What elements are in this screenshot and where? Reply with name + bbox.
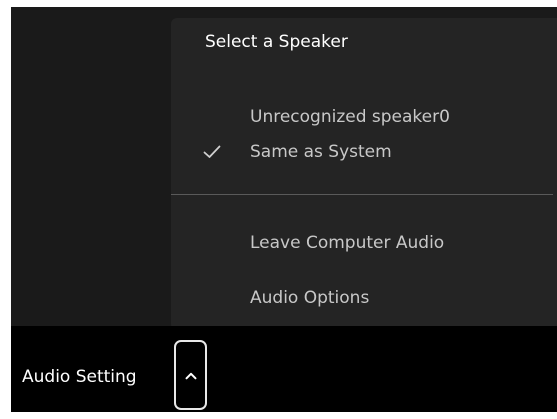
leave-computer-audio-item[interactable]: Leave Computer Audio: [171, 223, 557, 263]
speaker-menu-heading: Select a Speaker: [205, 32, 348, 52]
screen: Select a Speaker Unrecognized speaker0 S…: [0, 0, 557, 419]
audio-setting-label[interactable]: Audio Setting: [22, 367, 137, 387]
audio-options-item[interactable]: Audio Options: [171, 278, 557, 318]
speaker-option-label: Unrecognized speaker0: [250, 107, 450, 127]
audio-menu-toggle-button[interactable]: [174, 340, 207, 410]
speaker-menu: Select a Speaker Unrecognized speaker0 S…: [171, 18, 557, 332]
speaker-option-label: Same as System: [250, 142, 392, 162]
speaker-option-same-as-system[interactable]: Same as System: [171, 132, 557, 172]
checkmark-icon: [203, 145, 221, 158]
chevron-up-icon: [185, 372, 196, 380]
audio-options-label: Audio Options: [250, 288, 370, 308]
speaker-option-unrecognized[interactable]: Unrecognized speaker0: [171, 97, 557, 137]
leave-computer-audio-label: Leave Computer Audio: [250, 233, 445, 253]
menu-divider: [171, 194, 553, 195]
